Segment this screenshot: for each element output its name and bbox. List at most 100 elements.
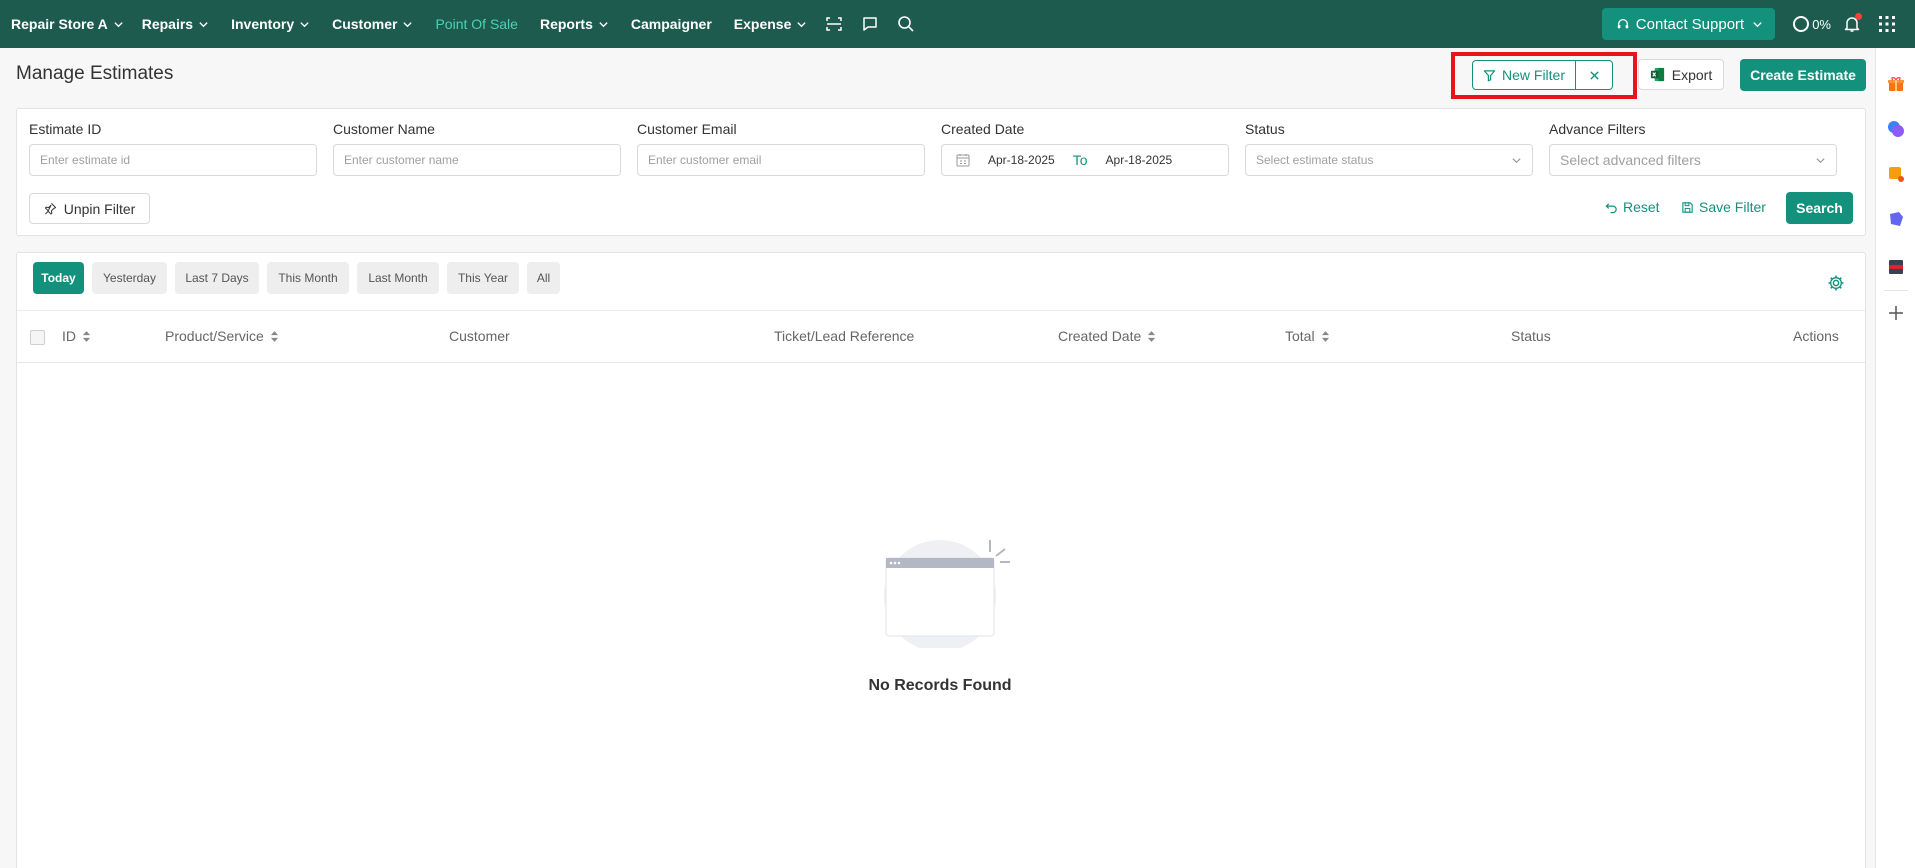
period-last-7-days[interactable]: Last 7 Days (175, 262, 259, 294)
book-icon[interactable] (1887, 258, 1905, 276)
reset-button[interactable]: Reset (1605, 199, 1660, 215)
main-nav: Repair Store A Repairs Inventory Custome… (0, 0, 933, 48)
nav-repairs[interactable]: Repairs (142, 16, 209, 32)
column-header-customer: Customer (449, 328, 510, 344)
empty-state-illustration (878, 536, 1014, 648)
customer-email-label: Customer Email (637, 121, 737, 137)
period-this-month[interactable]: This Month (267, 262, 349, 294)
created-date-label: Created Date (941, 121, 1025, 137)
customer-email-input[interactable]: Enter customer email (637, 144, 925, 176)
estimate-id-label: Estimate ID (29, 121, 102, 137)
period-yesterday[interactable]: Yesterday (92, 262, 167, 294)
create-estimate-button[interactable]: Create Estimate (1740, 59, 1866, 91)
date-to: Apr-18-2025 (1105, 153, 1173, 167)
column-header-status: Status (1511, 328, 1551, 344)
nav-label: Expense (733, 16, 792, 32)
nav-label: Customer (332, 16, 398, 32)
column-header-id[interactable]: ID (62, 328, 91, 344)
progress-indicator[interactable]: 0% (1793, 16, 1831, 32)
page-title: Manage Estimates (16, 63, 174, 84)
save-filter-button[interactable]: Save Filter (1681, 199, 1766, 215)
period-all[interactable]: All (527, 262, 560, 294)
bell-icon[interactable] (1843, 13, 1862, 33)
column-label: Ticket/Lead Reference (774, 328, 915, 344)
calendar-icon (956, 154, 970, 167)
notification-dot (1855, 13, 1862, 20)
column-header-product-service[interactable]: Product/Service (165, 328, 279, 344)
empty-state-message: No Records Found (868, 677, 1012, 694)
nav-reports[interactable]: Reports (540, 16, 609, 32)
chevron-down-icon (300, 21, 309, 27)
pin-icon (44, 203, 56, 215)
column-header-ticket-lead: Ticket/Lead Reference (774, 328, 914, 344)
chevron-down-icon (403, 21, 413, 27)
reset-label: Reset (1623, 199, 1660, 215)
column-header-actions: Actions (1793, 328, 1839, 344)
notes-icon[interactable] (1887, 165, 1905, 183)
nav-expense[interactable]: Expense (734, 16, 808, 32)
status-placeholder: Select estimate status (1256, 153, 1374, 167)
unpin-filter-button[interactable]: Unpin Filter (29, 193, 150, 224)
nav-label: Repairs (141, 16, 194, 32)
excel-icon (1650, 67, 1664, 82)
customer-email-placeholder: Enter customer email (648, 153, 762, 167)
nav-label: Inventory (231, 16, 295, 32)
store-selector[interactable]: Repair Store A (11, 16, 124, 32)
customer-name-label: Customer Name (333, 121, 435, 137)
sort-icon (82, 330, 91, 342)
customer-name-input[interactable]: Enter customer name (333, 144, 621, 176)
nav-label: Campaigner (630, 16, 712, 32)
column-label: Actions (1793, 328, 1839, 344)
chat-icon[interactable] (861, 15, 879, 33)
gear-icon[interactable] (1827, 274, 1845, 292)
period-today[interactable]: Today (33, 262, 84, 294)
chevron-down-icon (1512, 157, 1521, 163)
column-label: ID (62, 328, 76, 344)
advance-filters-select[interactable]: Select advanced filters (1549, 144, 1837, 176)
date-range-picker[interactable]: Apr-18-2025 To Apr-18-2025 (941, 144, 1229, 176)
nav-campaigner[interactable]: Campaigner (631, 16, 712, 32)
date-to-label: To (1072, 152, 1088, 168)
column-header-total[interactable]: Total (1285, 328, 1330, 344)
sort-icon (1321, 330, 1329, 342)
export-button[interactable]: Export (1638, 59, 1724, 90)
scan-icon[interactable] (825, 15, 843, 33)
save-filter-label: Save Filter (1699, 199, 1766, 215)
apps-grid-icon[interactable] (1879, 16, 1895, 32)
undo-icon (1605, 202, 1617, 213)
nav-label: Point Of Sale (435, 16, 518, 32)
chevron-down-icon (797, 21, 807, 27)
date-from: Apr-18-2025 (988, 153, 1055, 167)
gift-icon[interactable] (1887, 75, 1905, 93)
select-all-checkbox[interactable] (30, 330, 45, 345)
messenger-icon[interactable] (1887, 120, 1905, 138)
status-select[interactable]: Select estimate status (1245, 144, 1533, 176)
plus-icon[interactable] (1887, 304, 1905, 322)
estimate-id-placeholder: Enter estimate id (40, 153, 131, 167)
store-name: Repair Store A (11, 16, 108, 32)
top-right-controls: Contact Support 0% (1601, 0, 1915, 48)
nav-label: Reports (539, 16, 593, 32)
advance-filters-label: Advance Filters (1549, 121, 1646, 137)
nav-inventory[interactable]: Inventory (231, 16, 310, 32)
table-header-top-border (17, 310, 1865, 311)
progress-ring-icon (1793, 16, 1810, 32)
rail-divider (1884, 290, 1908, 291)
period-this-year[interactable]: This Year (447, 262, 519, 294)
nav-customer[interactable]: Customer (332, 16, 413, 32)
column-label: Customer (449, 328, 510, 344)
top-navbar: Repair Store A Repairs Inventory Custome… (0, 0, 1915, 48)
save-icon (1682, 201, 1693, 213)
period-last-month[interactable]: Last Month (357, 262, 439, 294)
contact-support-button[interactable]: Contact Support (1601, 8, 1776, 40)
nav-point-of-sale[interactable]: Point Of Sale (435, 16, 518, 32)
search-button[interactable]: Search (1786, 192, 1853, 224)
chevron-down-icon (599, 21, 608, 27)
column-label: Total (1285, 328, 1315, 344)
table-header-bottom-border (17, 362, 1865, 363)
search-icon[interactable] (897, 15, 915, 33)
shield-icon[interactable] (1887, 210, 1905, 228)
headset-icon (1617, 18, 1629, 29)
estimate-id-input[interactable]: Enter estimate id (29, 144, 317, 176)
column-header-created-date[interactable]: Created Date (1058, 328, 1156, 344)
